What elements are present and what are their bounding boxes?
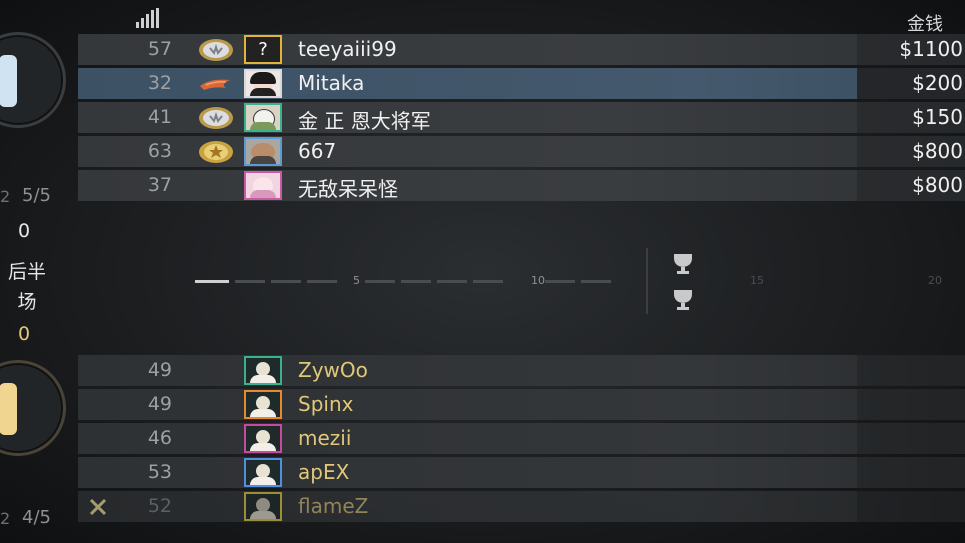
player-avatar[interactable] — [244, 356, 282, 385]
anime-girl-avatar[interactable] — [244, 69, 282, 98]
t-rounds-won: 0 — [18, 220, 31, 242]
player-name: Spinx — [298, 392, 354, 416]
ct-team-badge — [0, 360, 66, 456]
trophy-icon — [674, 254, 692, 274]
player-money: $800 — [912, 139, 963, 163]
silver-elite-rank-icon — [199, 39, 233, 61]
pink-anime-avatar[interactable] — [244, 171, 282, 200]
question-mark-avatar[interactable]: ? — [244, 35, 282, 64]
player-row[interactable]: 57 ? teeyaiii99 $1100 — [78, 34, 965, 65]
player-money: $200 — [912, 71, 963, 95]
trophy-icon — [674, 290, 692, 310]
timeline-tick-15: 15 — [750, 274, 764, 287]
player-money: $1100 — [899, 37, 963, 61]
player-row[interactable]: 46 mezii — [78, 423, 965, 454]
ping-value: 32 — [147, 72, 172, 94]
side-marker-top: 2 — [0, 187, 11, 206]
half-divider — [646, 248, 648, 314]
cartoon-avatar[interactable] — [244, 103, 282, 132]
ping-value: 41 — [147, 106, 172, 128]
gold-star-rank-icon — [199, 141, 233, 163]
player-name: 667 — [298, 139, 337, 163]
ping-value: 53 — [147, 461, 172, 483]
timeline-tick-10: 10 — [531, 274, 545, 287]
player-row[interactable]: 37 无敌呆呆怪 $800 — [78, 170, 965, 201]
player-row[interactable]: 41 金 正 恩大将军 $150 — [78, 102, 965, 133]
player-row-dead[interactable]: 52 flameZ — [78, 491, 965, 522]
side-marker-bottom: 2 — [0, 509, 11, 528]
player-name: apEX — [298, 460, 350, 484]
player-name: ZywOo — [298, 358, 368, 382]
ping-value: 63 — [147, 140, 172, 162]
silver-elite-rank-icon — [199, 107, 233, 129]
player-row-selected[interactable]: 32 Mitaka $200 — [78, 68, 965, 99]
ping-signal-icon — [136, 8, 159, 28]
player-name: 金 正 恩大将军 — [298, 109, 431, 133]
player-row[interactable]: 49 ZywOo — [78, 355, 965, 386]
round-progress-strip — [195, 280, 611, 283]
player-name: teeyaiii99 — [298, 37, 397, 61]
ping-value: 46 — [147, 427, 172, 449]
player-money: $800 — [912, 173, 963, 197]
money-column-header: 金钱 — [907, 14, 943, 35]
face-avatar[interactable] — [244, 137, 282, 166]
half-label-2: 场 — [17, 291, 37, 313]
ping-value: 57 — [147, 38, 172, 60]
player-name: mezii — [298, 426, 352, 450]
timeline-tick-5: 5 — [353, 274, 360, 287]
player-row[interactable]: 63 667 $800 — [78, 136, 965, 167]
ping-value: 52 — [147, 495, 172, 517]
player-name: Mitaka — [298, 71, 365, 95]
team-side-panel: 2 5/5 0 后半 场 0 2 4/5 — [0, 0, 78, 543]
player-row[interactable]: 49 Spinx — [78, 389, 965, 420]
player-name: 无敌呆呆怪 — [298, 177, 398, 201]
player-avatar[interactable] — [244, 390, 282, 419]
t-team-badge — [0, 32, 66, 128]
player-avatar[interactable] — [244, 458, 282, 487]
flame-wing-rank-icon — [200, 79, 230, 90]
timeline-tick-20: 20 — [928, 274, 942, 287]
player-row[interactable]: 53 apEX — [78, 457, 965, 488]
ping-value: 49 — [147, 393, 172, 415]
player-avatar[interactable] — [244, 492, 282, 521]
ct-rounds-won: 0 — [18, 323, 31, 345]
t-score-ratio: 5/5 — [22, 185, 51, 206]
dead-x-icon — [89, 498, 107, 516]
player-avatar[interactable] — [244, 424, 282, 453]
ping-value: 49 — [147, 359, 172, 381]
ping-value: 37 — [147, 174, 172, 196]
player-name: flameZ — [298, 494, 369, 518]
player-money: $150 — [912, 105, 963, 129]
ct-score-ratio: 4/5 — [22, 507, 51, 528]
half-label: 后半 — [7, 261, 46, 283]
